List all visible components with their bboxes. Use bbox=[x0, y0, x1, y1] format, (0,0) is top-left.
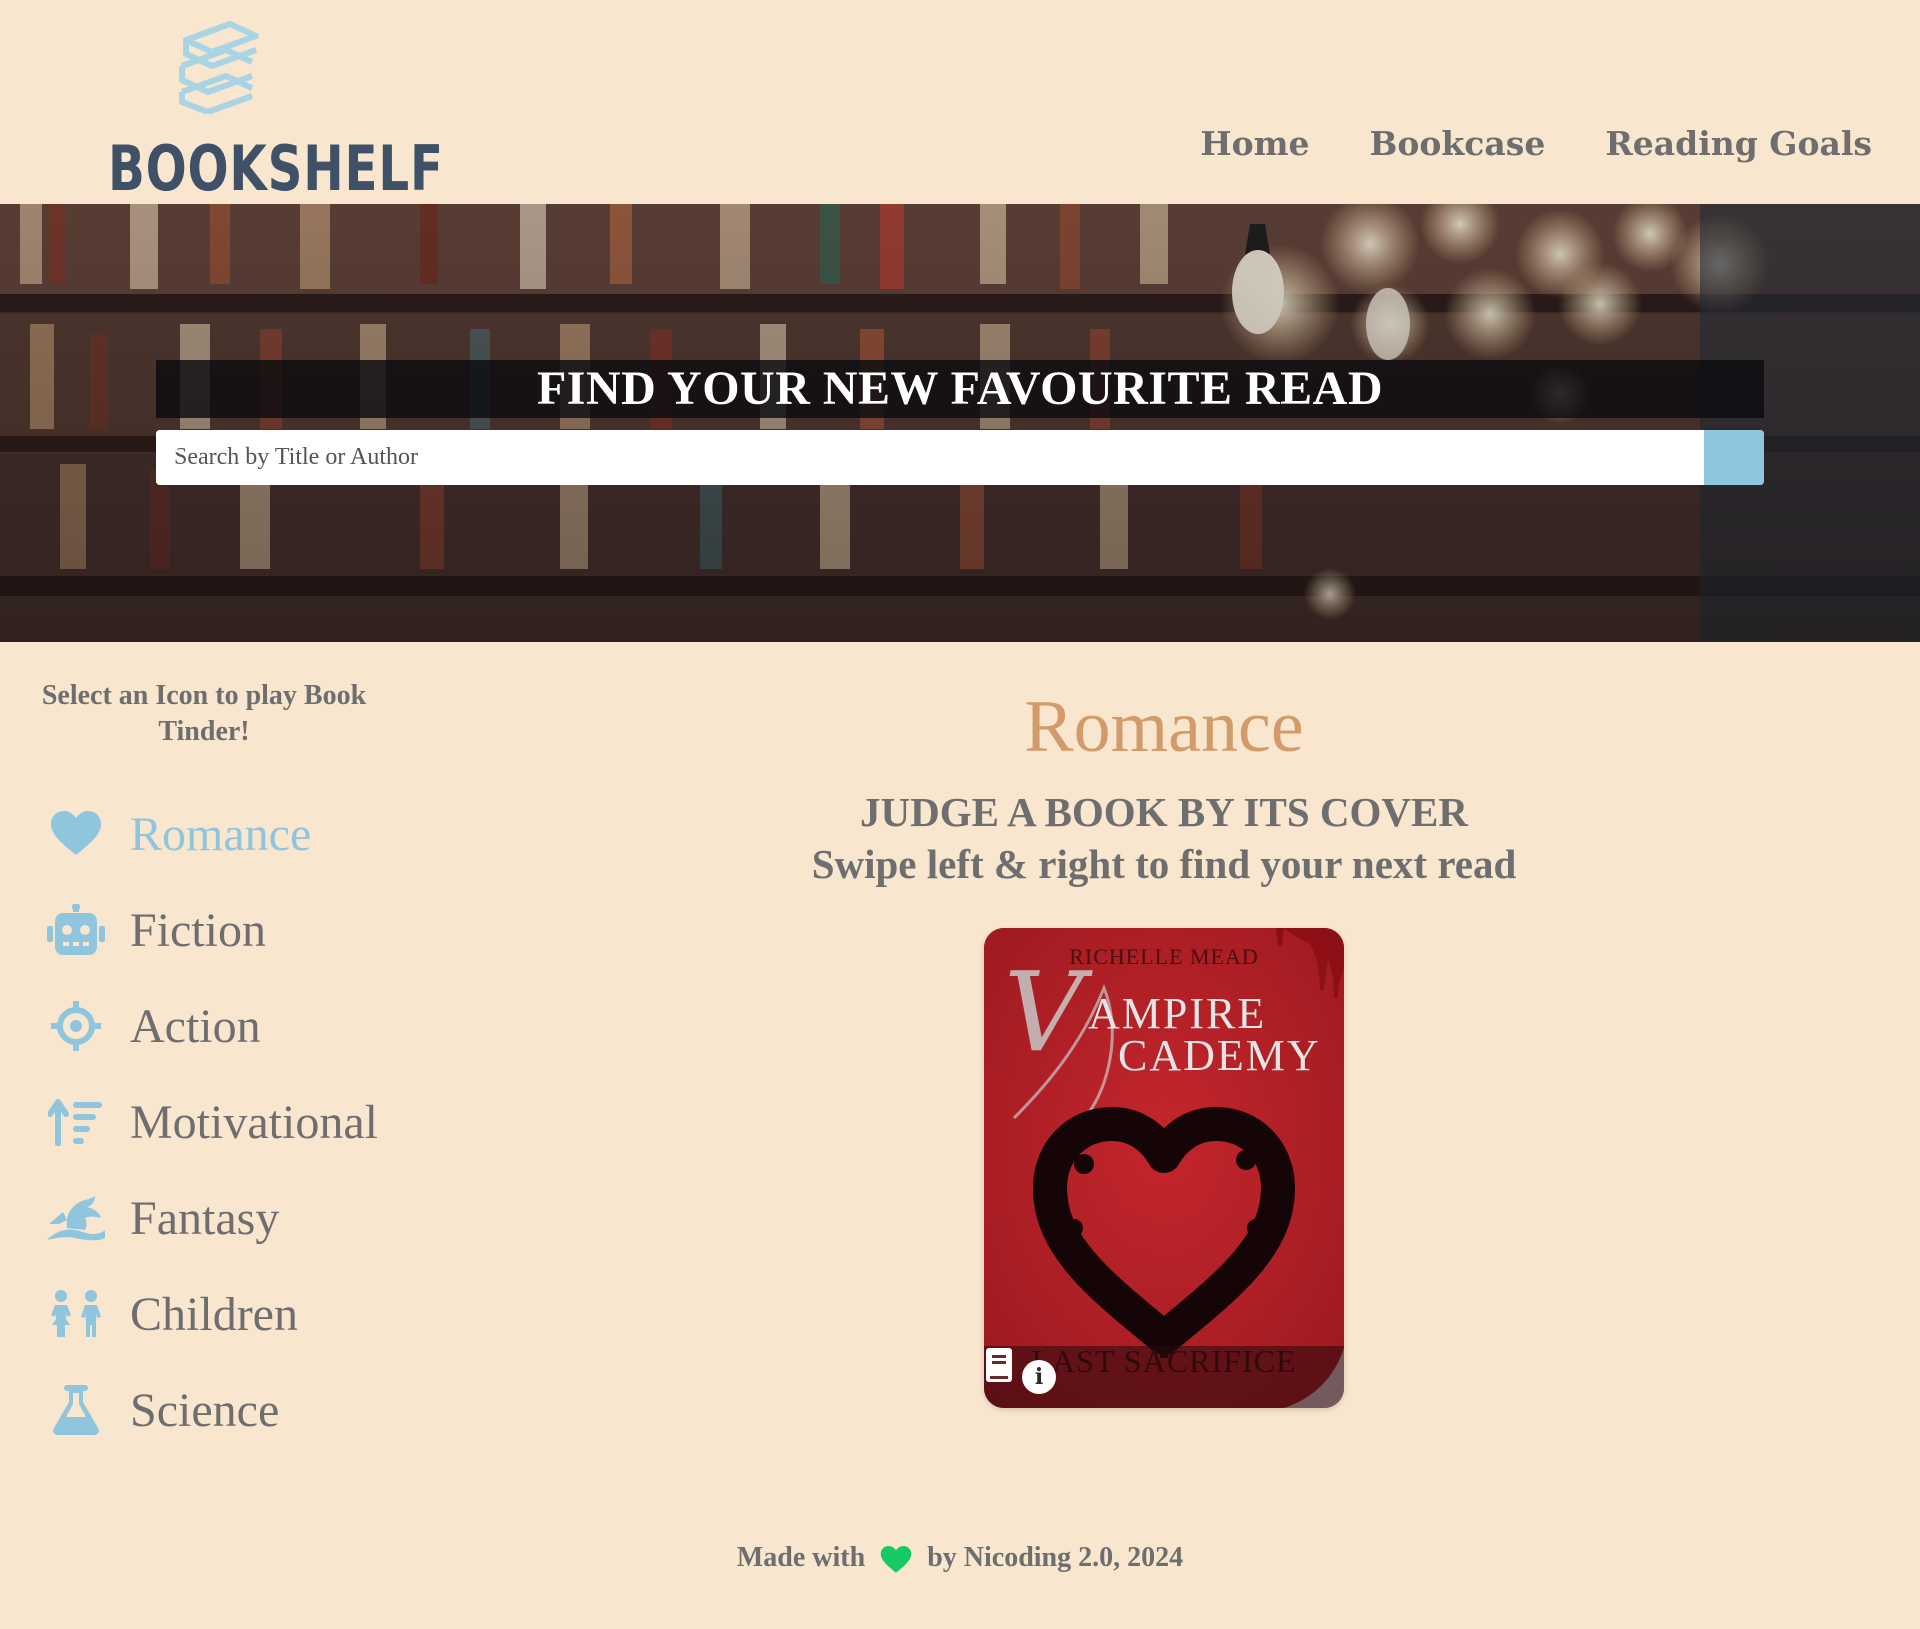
children-icon bbox=[44, 1284, 108, 1344]
search-input[interactable] bbox=[156, 430, 1704, 485]
heart-icon bbox=[880, 1545, 912, 1573]
nav-home[interactable]: Home bbox=[1200, 124, 1309, 163]
book-title-line2: CADEMY bbox=[1118, 1031, 1321, 1080]
genre-item-fiction[interactable]: Fiction bbox=[44, 882, 378, 978]
crosshair-icon bbox=[44, 996, 108, 1056]
book-card-actions: i bbox=[984, 1346, 1344, 1408]
dragon-icon bbox=[44, 1188, 108, 1248]
book-cover-image: RICHELLE MEAD V AMPIRE CADEMY LAST SACRI… bbox=[984, 928, 1344, 1408]
main-nav: Home Bookcase Reading Goals bbox=[1200, 124, 1872, 163]
book-title-initial: V bbox=[1004, 948, 1093, 1076]
selected-genre-title: Romance bbox=[1024, 686, 1304, 768]
book-card[interactable]: RICHELLE MEAD V AMPIRE CADEMY LAST SACRI… bbox=[984, 928, 1344, 1408]
sort-up-icon bbox=[44, 1092, 108, 1152]
brand-logo[interactable]: BOOKSHELF bbox=[100, 18, 443, 200]
site-header: BOOKSHELF Home Bookcase Reading Goals bbox=[0, 0, 1920, 204]
nav-reading-goals[interactable]: Reading Goals bbox=[1605, 124, 1872, 163]
genre-item-fantasy[interactable]: Fantasy bbox=[44, 1170, 378, 1266]
genre-item-science[interactable]: Science bbox=[44, 1362, 378, 1458]
nav-bookcase[interactable]: Bookcase bbox=[1370, 124, 1546, 163]
genre-item-children[interactable]: Children bbox=[44, 1266, 378, 1362]
genre-label: Children bbox=[130, 1287, 298, 1341]
genre-label: Motivational bbox=[130, 1095, 378, 1149]
robot-icon bbox=[44, 900, 108, 960]
flask-icon bbox=[44, 1380, 108, 1440]
search-form bbox=[156, 430, 1764, 485]
genre-label: Action bbox=[130, 999, 261, 1053]
footer-prefix: Made with bbox=[736, 1542, 866, 1573]
tagline-heading: JUDGE A BOOK BY ITS COVER bbox=[860, 789, 1468, 835]
books-logo-icon bbox=[179, 21, 259, 114]
genre-label: Fiction bbox=[130, 903, 267, 957]
genre-sidebar: Select an Icon to play Book Tinder! Roma… bbox=[0, 642, 420, 1442]
tagline-subheading: Swipe left & right to find your next rea… bbox=[811, 841, 1517, 887]
genre-item-romance[interactable]: Romance bbox=[44, 786, 378, 882]
library-background-image bbox=[0, 204, 1920, 642]
hero-banner: FIND YOUR NEW FAVOURITE READ bbox=[0, 204, 1920, 642]
genre-label: Romance bbox=[130, 807, 312, 861]
book-info-button[interactable]: i bbox=[1022, 1360, 1056, 1394]
brand-name: BOOKSHELF bbox=[108, 132, 444, 205]
add-to-bookcase-button[interactable] bbox=[984, 1346, 1014, 1384]
search-button[interactable] bbox=[157, 430, 1764, 485]
tagline: JUDGE A BOOK BY ITS COVER Swipe left & r… bbox=[640, 786, 1688, 890]
book-tinder-panel: Romance JUDGE A BOOK BY ITS COVER Swipe … bbox=[640, 642, 1688, 1462]
genre-label: Fantasy bbox=[130, 1191, 280, 1245]
genre-list: Romance Fiction Action Motivational Fant… bbox=[44, 786, 378, 1458]
info-icon: i bbox=[1034, 1364, 1044, 1390]
book-icon bbox=[986, 1348, 1012, 1382]
genre-label: Science bbox=[130, 1383, 280, 1437]
search-icon bbox=[157, 431, 179, 453]
heart-icon bbox=[44, 804, 108, 864]
genre-item-motivational[interactable]: Motivational bbox=[44, 1074, 378, 1170]
genre-item-action[interactable]: Action bbox=[44, 978, 378, 1074]
site-footer: Made with by Nicoding 2.0, 2024 bbox=[0, 1542, 1920, 1574]
footer-credit: by Nicoding 2.0, 2024 bbox=[927, 1542, 1184, 1573]
book-author: RICHELLE MEAD bbox=[1069, 944, 1259, 969]
hero-title: FIND YOUR NEW FAVOURITE READ bbox=[156, 360, 1764, 418]
sidebar-heading: Select an Icon to play Book Tinder! bbox=[41, 680, 367, 747]
